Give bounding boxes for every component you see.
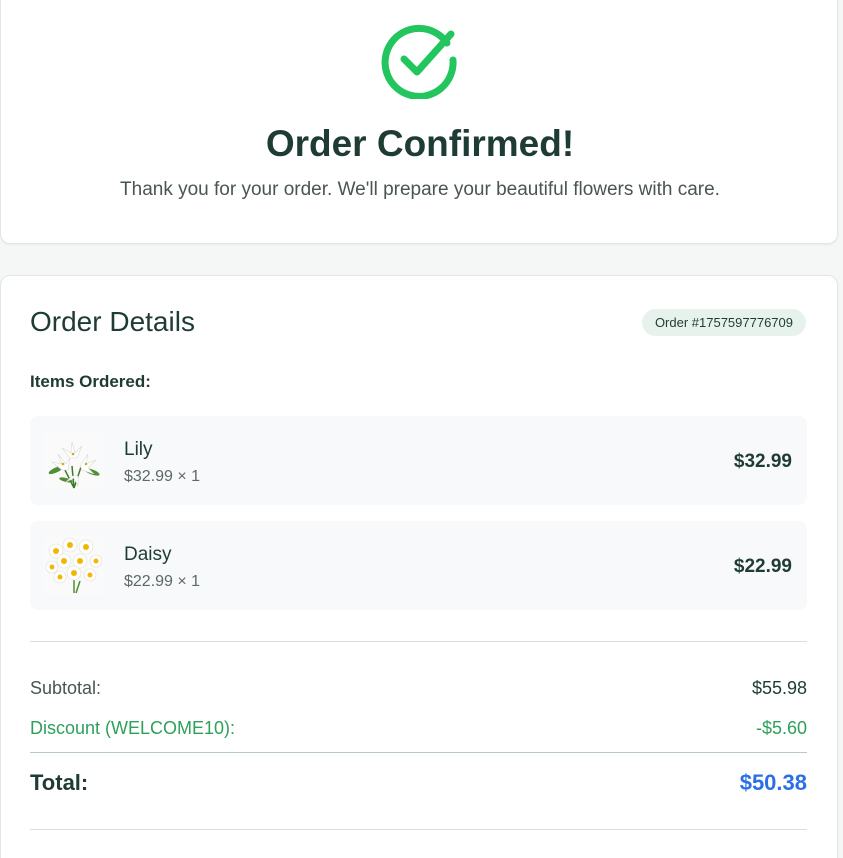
- item-line-total: $32.99: [733, 451, 792, 472]
- order-item-row: Daisy $22.99 × 1 $22.99: [30, 521, 807, 610]
- confirmation-subtitle: Thank you for your order. We'll prepare …: [120, 179, 720, 200]
- discount-value: -$5.60: [755, 718, 807, 738]
- subtotal-label: Subtotal:: [30, 678, 102, 698]
- divider: [30, 752, 807, 753]
- lily-image: [44, 430, 104, 490]
- divider: [30, 641, 807, 642]
- discount-label: Discount (WELCOME10):: [30, 718, 236, 738]
- item-unit-price-quantity: $22.99 × 1: [124, 573, 201, 590]
- daisy-image: [44, 535, 104, 595]
- confirmation-card: Order Confirmed! Thank you for your orde…: [0, 0, 838, 244]
- item-name: Lily: [124, 439, 153, 460]
- total-label: Total:: [30, 770, 89, 795]
- item-line-total: $22.99: [733, 556, 792, 577]
- confirmation-title: Order Confirmed!: [265, 123, 575, 164]
- subtotal-row: Subtotal: $55.98: [30, 678, 807, 699]
- total-row: Total: $50.38: [30, 770, 807, 796]
- order-number-badge: Order #1757597776709: [641, 309, 806, 336]
- discount-row: Discount (WELCOME10): -$5.60: [30, 718, 807, 739]
- item-unit-price-quantity: $32.99 × 1: [124, 468, 201, 485]
- check-circle-icon: [381, 24, 457, 99]
- order-details-title: Order Details: [30, 306, 195, 337]
- order-details-card: Order Details Order #1757597776709 Items…: [0, 275, 838, 858]
- order-item-row: Lily $32.99 × 1 $32.99: [30, 416, 807, 505]
- subtotal-value: $55.98: [751, 678, 807, 698]
- divider: [30, 829, 807, 830]
- item-name: Daisy: [124, 544, 172, 565]
- total-value: $50.38: [739, 770, 807, 795]
- items-ordered-label: Items Ordered:: [30, 372, 151, 391]
